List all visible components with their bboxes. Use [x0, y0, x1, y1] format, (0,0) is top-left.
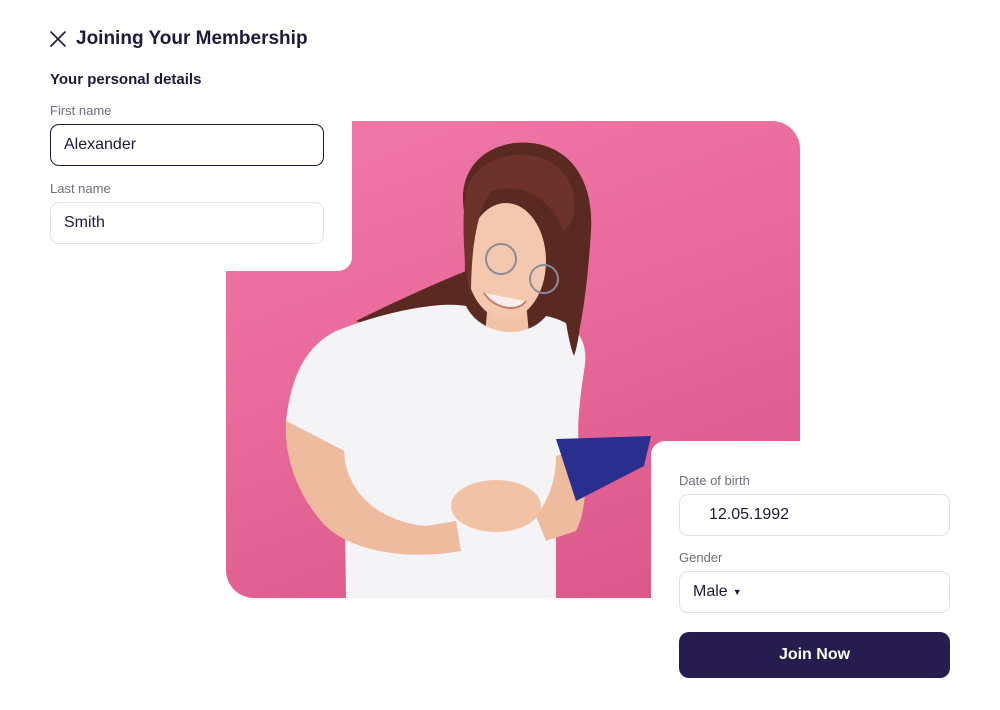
- join-now-button[interactable]: Join Now: [679, 632, 950, 678]
- caret-down-icon: ▼: [732, 587, 742, 597]
- personal-details-card: Joining Your Membership Your personal de…: [0, 0, 352, 271]
- gender-select[interactable]: Male ▼: [679, 571, 950, 613]
- form-header: Joining Your Membership: [48, 28, 308, 50]
- date-of-birth-input[interactable]: [709, 506, 936, 524]
- last-name-input[interactable]: [64, 214, 310, 232]
- gender-label: Gender: [679, 550, 723, 565]
- first-name-input[interactable]: [64, 136, 310, 154]
- date-of-birth-label: Date of birth: [679, 473, 750, 488]
- first-name-label: First name: [50, 103, 112, 118]
- gender-value: Male: [693, 583, 728, 600]
- close-icon[interactable]: [48, 29, 68, 49]
- date-of-birth-field-wrapper: [679, 494, 950, 536]
- last-name-field-wrapper: [50, 202, 324, 244]
- form-title: Joining Your Membership: [76, 28, 308, 49]
- section-title: Your personal details: [50, 71, 202, 88]
- first-name-field-wrapper: [50, 124, 324, 166]
- last-name-label: Last name: [50, 181, 111, 196]
